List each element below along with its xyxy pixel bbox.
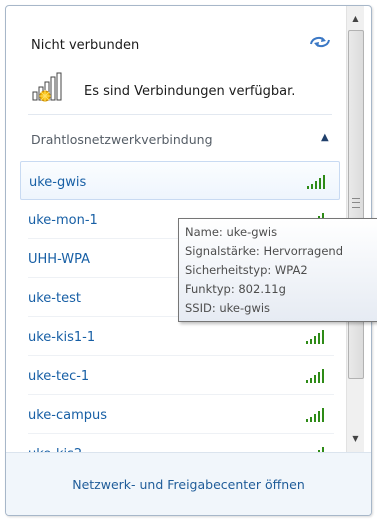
signal-strength-icon	[307, 175, 325, 189]
tooltip-ssid: SSID: uke-gwis	[185, 301, 271, 315]
network-name: uke-tec-1	[28, 369, 90, 384]
scrollbar-thumb[interactable]	[348, 30, 364, 379]
network-name: UHH-WPA	[28, 252, 90, 267]
network-tooltip: Name: uke-gwis Signalstärke: Hervorragen…	[178, 218, 377, 322]
available-connections-text: Es sind Verbindungen verfügbar.	[84, 84, 296, 99]
tooltip-signal: Signalstärke: Hervorragend	[185, 244, 344, 258]
collapse-chevron-icon[interactable]: ▲	[321, 132, 329, 143]
network-row[interactable]: uke-kis2	[20, 434, 340, 452]
network-name: uke-kis1-1	[28, 330, 96, 345]
network-row[interactable]: uke-kis1-1	[20, 317, 340, 356]
signal-strength-icon	[306, 330, 324, 344]
divider	[28, 114, 332, 115]
network-available-icon	[32, 72, 62, 102]
signal-strength-icon	[306, 408, 324, 422]
tooltip-radio-type: Funktyp: 802.11g	[185, 282, 286, 296]
scroll-up-arrow-icon[interactable]: ▲	[348, 10, 363, 27]
network-row[interactable]: uke-tec-1	[20, 356, 340, 395]
tooltip-security: Sicherheitstyp: WPA2	[185, 263, 308, 277]
section-title: Drahtlosnetzwerkverbindung	[31, 132, 213, 147]
network-name: uke-test	[28, 291, 81, 306]
signal-strength-icon	[306, 369, 324, 383]
refresh-icon[interactable]	[308, 34, 332, 50]
footer-bar: Netzwerk- und Freigabecenter öffnen	[6, 452, 371, 515]
network-name: uke-mon-1	[28, 213, 98, 228]
network-name: uke-gwis	[29, 175, 87, 190]
tooltip-name: Name: uke-gwis	[185, 225, 278, 239]
scroll-down-arrow-icon[interactable]: ▼	[348, 430, 363, 447]
grip-icon	[352, 198, 360, 208]
connection-status: Nicht verbunden	[31, 38, 140, 53]
network-row[interactable]: uke-campus	[20, 395, 340, 434]
network-row[interactable]: uke-gwis	[20, 161, 340, 200]
network-sharing-center-link[interactable]: Netzwerk- und Freigabecenter öffnen	[6, 477, 371, 492]
network-name: uke-campus	[28, 408, 108, 423]
